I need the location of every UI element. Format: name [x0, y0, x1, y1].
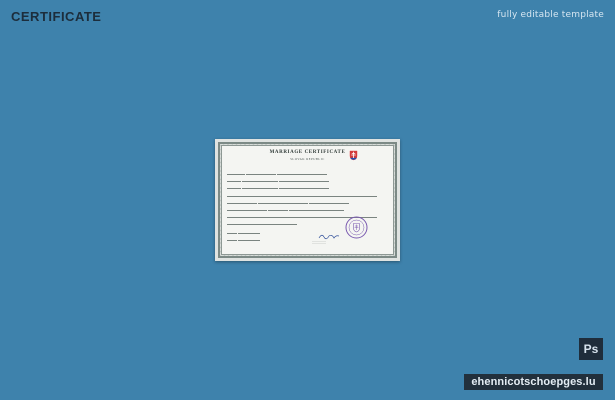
field-row — [227, 237, 287, 241]
field-row — [227, 185, 387, 189]
field-row — [227, 207, 387, 211]
page-title: CERTIFICATE — [11, 9, 102, 24]
field-row — [227, 230, 287, 234]
watermark-label: ehennicotschoepges.lu — [464, 374, 603, 390]
photoshop-badge: Ps — [579, 338, 603, 360]
field-row — [227, 171, 387, 175]
certificate-body: MARRIAGE CERTIFICATE SLOVAK REPUBLIC ___… — [221, 145, 394, 255]
coat-of-arms-icon — [349, 150, 358, 161]
certificate-preview: MARRIAGE CERTIFICATE SLOVAK REPUBLIC ___… — [215, 139, 400, 261]
official-seal — [345, 216, 368, 239]
field-row — [227, 193, 387, 197]
certificate-title: MARRIAGE CERTIFICATE — [269, 150, 346, 155]
field-row — [227, 200, 387, 204]
signature-caption: ______________ ______________ — [312, 240, 326, 245]
signature-mark — [318, 234, 340, 240]
field-row — [227, 178, 387, 182]
certificate-subtitle: SLOVAK REPUBLIC — [290, 157, 325, 161]
tagline: fully editable template — [497, 10, 604, 20]
